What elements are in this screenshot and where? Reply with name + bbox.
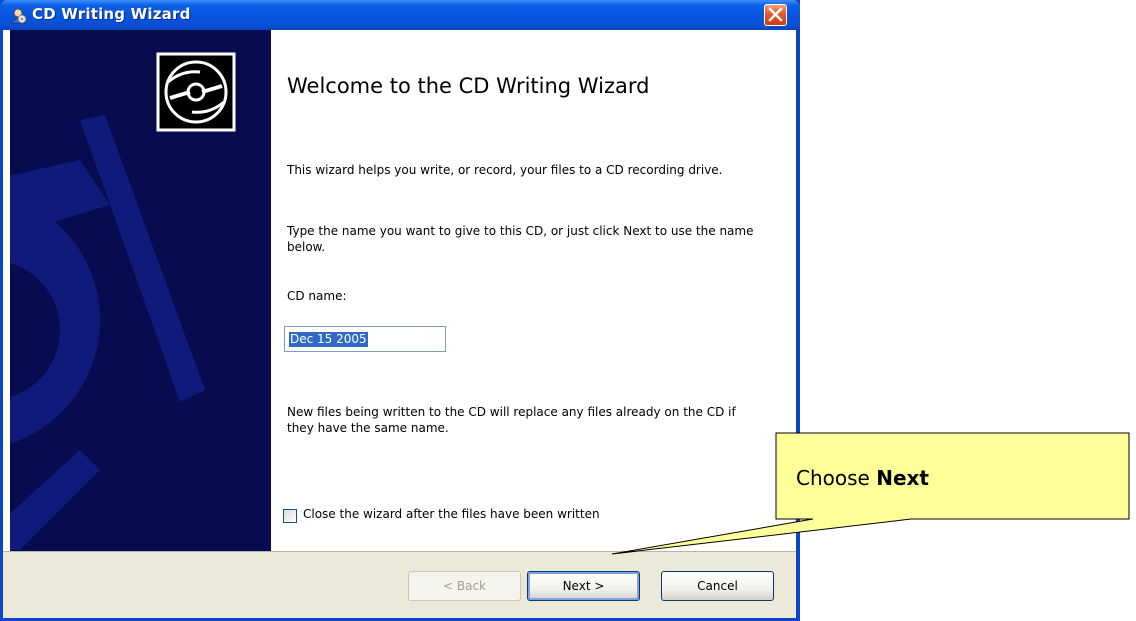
callout-text: Choose Next	[796, 466, 929, 490]
close-wizard-checkbox-label[interactable]: Close the wizard after the files have be…	[303, 507, 600, 521]
page-title: Welcome to the CD Writing Wizard	[287, 74, 650, 98]
title-bar[interactable]: CD Writing Wizard	[0, 0, 800, 30]
side-banner	[10, 30, 271, 551]
window-title: CD Writing Wizard	[32, 5, 191, 23]
instruction-text: Type the name you want to give to this C…	[287, 224, 754, 254]
callout-prefix: Choose	[796, 466, 870, 490]
cancel-button[interactable]: Cancel	[661, 571, 774, 601]
close-wizard-checkbox[interactable]	[283, 509, 297, 523]
callout-emphasis: Next	[876, 466, 929, 490]
button-bar: < Back Next > Cancel	[3, 551, 796, 618]
cd-name-input[interactable]: Dec 15 2005	[284, 326, 446, 352]
overwrite-note: New files being written to the CD will r…	[287, 405, 736, 435]
next-button[interactable]: Next >	[527, 571, 640, 601]
intro-text: This wizard helps you write, or record, …	[287, 163, 723, 177]
cd-writer-icon	[10, 8, 27, 24]
cd-disc-icon	[156, 52, 236, 132]
wizard-main-panel: Welcome to the CD Writing Wizard This wi…	[283, 30, 787, 551]
close-button[interactable]	[764, 4, 787, 26]
back-button[interactable]: < Back	[408, 571, 521, 601]
cd-name-value: Dec 15 2005	[289, 332, 368, 347]
cd-name-label: CD name:	[287, 289, 347, 303]
close-icon	[768, 7, 783, 22]
